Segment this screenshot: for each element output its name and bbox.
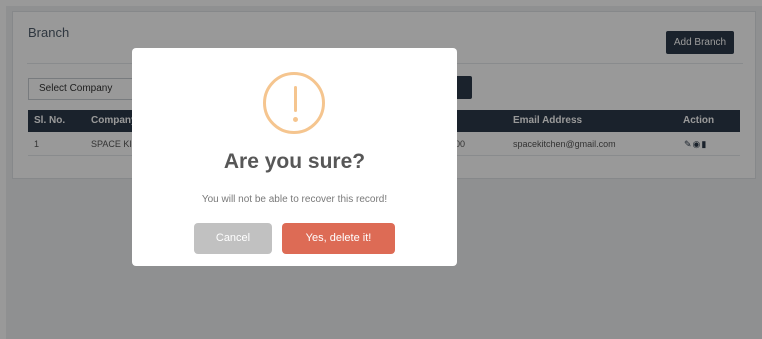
warning-icon-stroke: [294, 86, 297, 112]
cancel-button[interactable]: Cancel: [194, 223, 272, 254]
warning-icon-dot: [293, 117, 298, 122]
confirm-dialog: Are you sure? You will not be able to re…: [132, 48, 457, 266]
confirm-delete-button[interactable]: Yes, delete it!: [282, 223, 395, 254]
warning-icon: [263, 72, 325, 134]
dialog-title: Are you sure?: [223, 150, 366, 173]
dialog-message: You will not be able to recover this rec…: [201, 194, 388, 205]
